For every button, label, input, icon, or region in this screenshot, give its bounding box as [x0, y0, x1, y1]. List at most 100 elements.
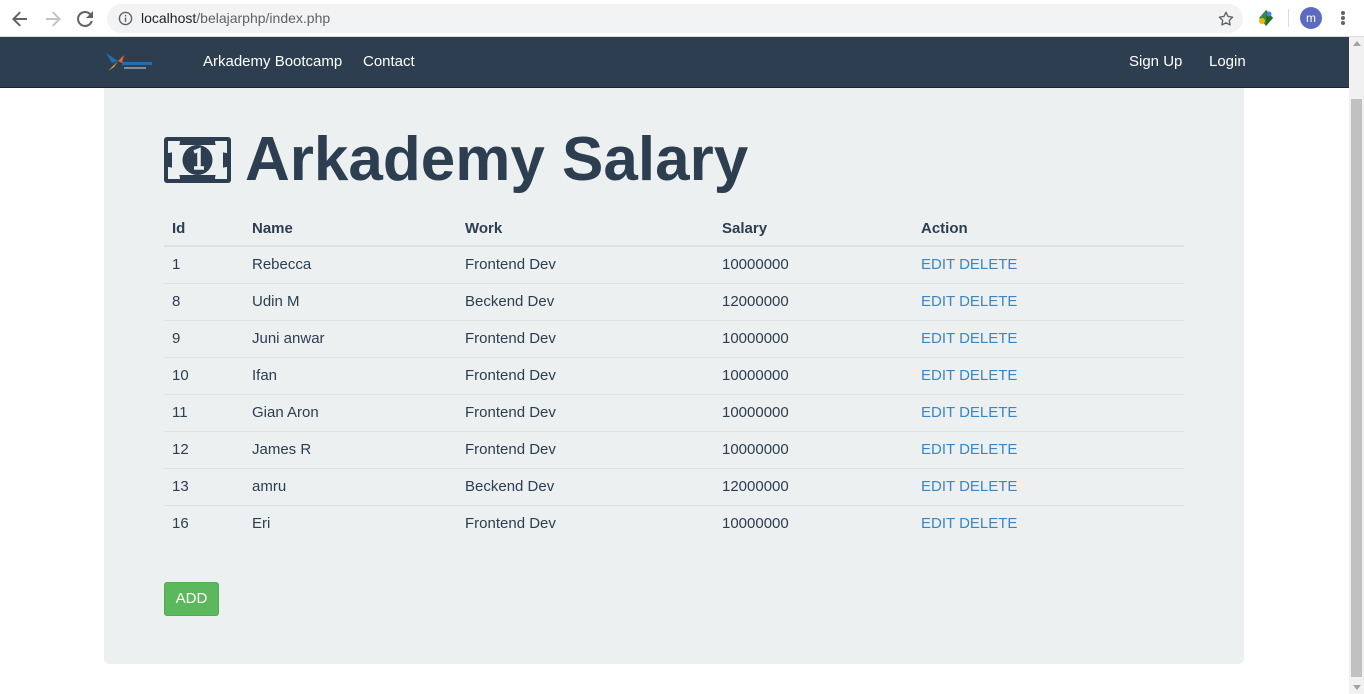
table-row: 12 James R Frontend Dev 10000000 EDIT DE… — [164, 431, 1184, 469]
site-navbar: Arkademy Bootcamp Contact Sign Up Login — [0, 37, 1349, 88]
table-row: 9 Juni anwar Frontend Dev 10000000 EDIT … — [164, 320, 1184, 358]
cell-name: Gian Aron — [244, 394, 457, 432]
url-text: localhost/belajarphp/index.php — [141, 10, 330, 27]
cell-salary: 10000000 — [714, 394, 913, 432]
cell-work: Frontend Dev — [457, 320, 714, 358]
cell-id: 16 — [172, 515, 189, 533]
cell-work: Beckend Dev — [457, 468, 714, 506]
table-row: 8 Udin M Beckend Dev 12000000 EDIT DELET… — [164, 283, 1184, 321]
cell-salary: 12000000 — [714, 468, 913, 506]
table-row: 16 Eri Frontend Dev 10000000 EDIT DELETE — [164, 505, 1184, 542]
cell-action: EDIT DELETE — [913, 283, 1184, 321]
extension-icon[interactable] — [1256, 8, 1276, 28]
cell-action: EDIT DELETE — [913, 505, 1184, 542]
header-action: Action — [913, 211, 1184, 247]
url-path: /belajarphp/index.php — [196, 10, 331, 26]
header-name: Name — [244, 211, 457, 247]
cell-salary: 10000000 — [722, 515, 789, 533]
cell-id: 9 — [164, 320, 244, 358]
table-row: 11 Gian Aron Frontend Dev 10000000 EDIT … — [164, 394, 1184, 432]
arkademy-logo-icon[interactable] — [104, 51, 156, 75]
money-bill-icon — [164, 137, 231, 183]
delete-link[interactable]: DELETE — [959, 256, 1017, 273]
forward-arrow-icon[interactable] — [42, 8, 64, 30]
browser-menu-icon[interactable] — [1335, 8, 1351, 28]
delete-link[interactable]: DELETE — [959, 478, 1017, 495]
header-work: Work — [457, 211, 714, 247]
reload-icon[interactable] — [74, 8, 96, 30]
cell-action: EDIT DELETE — [913, 357, 1184, 395]
edit-link[interactable]: EDIT — [921, 367, 955, 384]
add-button[interactable]: ADD — [164, 582, 219, 616]
content-panel: Arkademy Salary Id Name Work Salary Acti… — [104, 88, 1244, 664]
cell-work: Frontend Dev — [465, 515, 556, 533]
delete-link[interactable]: DELETE — [959, 330, 1017, 347]
back-arrow-icon[interactable] — [9, 8, 31, 30]
cell-id: 13 — [164, 468, 244, 506]
cell-salary: 10000000 — [714, 357, 913, 395]
cell-id: 11 — [164, 394, 244, 432]
info-icon[interactable] — [118, 11, 133, 26]
edit-link[interactable]: EDIT — [921, 478, 955, 495]
edit-link[interactable]: EDIT — [921, 256, 955, 273]
delete-link[interactable]: DELETE — [959, 404, 1017, 421]
edit-link[interactable]: EDIT — [921, 330, 955, 347]
nav-link-signup[interactable]: Sign Up — [1129, 53, 1182, 71]
nav-link-bootcamp[interactable]: Arkademy Bootcamp — [203, 53, 342, 71]
cell-action: EDIT DELETE — [913, 246, 1184, 284]
cell-action: EDIT DELETE — [913, 394, 1184, 432]
cell-work: Beckend Dev — [457, 283, 714, 321]
nav-link-contact[interactable]: Contact — [363, 53, 415, 71]
cell-salary: 10000000 — [714, 431, 913, 469]
nav-link-login[interactable]: Login — [1209, 53, 1246, 71]
delete-link[interactable]: DELETE — [959, 367, 1017, 384]
cell-action: EDIT DELETE — [913, 431, 1184, 469]
cell-name: Ifan — [244, 357, 457, 395]
cell-work: Frontend Dev — [457, 394, 714, 432]
delete-link[interactable]: DELETE — [959, 515, 1017, 532]
cell-salary: 12000000 — [714, 283, 913, 321]
cell-name: Udin M — [244, 283, 457, 321]
page-scrollbar[interactable] — [1349, 37, 1364, 694]
table-header-row: Id Name Work Salary Action — [164, 211, 1184, 247]
cell-action: EDIT DELETE — [913, 320, 1184, 358]
cell-name: Juni anwar — [244, 320, 457, 358]
cell-work: Frontend Dev — [457, 246, 714, 284]
url-host: localhost — [141, 10, 197, 26]
cell-id: 1 — [164, 246, 244, 284]
toolbar-separator — [1288, 9, 1289, 27]
profile-avatar[interactable]: m — [1300, 7, 1322, 29]
cell-id: 8 — [164, 283, 244, 321]
cell-name: James R — [244, 431, 457, 469]
address-bar[interactable]: localhost/belajarphp/index.php — [107, 4, 1243, 33]
delete-link[interactable]: DELETE — [959, 441, 1017, 458]
edit-link[interactable]: EDIT — [921, 441, 955, 458]
edit-link[interactable]: EDIT — [921, 404, 955, 421]
scrollbar-thumb[interactable] — [1351, 99, 1362, 677]
table-row: 13 amru Beckend Dev 12000000 EDIT DELETE — [164, 468, 1184, 506]
scroll-up-arrow-icon[interactable] — [1353, 41, 1361, 46]
scroll-down-arrow-icon[interactable] — [1353, 685, 1361, 690]
cell-name: amru — [244, 468, 457, 506]
cell-id: 12 — [164, 431, 244, 469]
cell-work: Frontend Dev — [457, 431, 714, 469]
header-id: Id — [164, 211, 244, 247]
cell-name: Rebecca — [244, 246, 457, 284]
header-salary: Salary — [714, 211, 913, 247]
cell-action: EDIT DELETE — [913, 468, 1184, 506]
salary-table: Id Name Work Salary Action 1 Rebecca Fro… — [164, 211, 1184, 542]
bookmark-star-icon[interactable] — [1217, 10, 1235, 28]
edit-link[interactable]: EDIT — [921, 293, 955, 310]
table-row: 1 Rebecca Frontend Dev 10000000 EDIT DEL… — [164, 246, 1184, 284]
table-row: 10 Ifan Frontend Dev 10000000 EDIT DELET… — [164, 357, 1184, 395]
page-title: Arkademy Salary — [245, 125, 749, 194]
cell-work: Frontend Dev — [457, 357, 714, 395]
page-heading: Arkademy Salary — [164, 128, 748, 192]
cell-salary: 10000000 — [714, 246, 913, 284]
edit-link[interactable]: EDIT — [921, 515, 955, 532]
cell-name: Eri — [252, 515, 271, 533]
browser-toolbar: localhost/belajarphp/index.php m — [0, 0, 1364, 37]
cell-id: 10 — [164, 357, 244, 395]
cell-salary: 10000000 — [714, 320, 913, 358]
delete-link[interactable]: DELETE — [959, 293, 1017, 310]
